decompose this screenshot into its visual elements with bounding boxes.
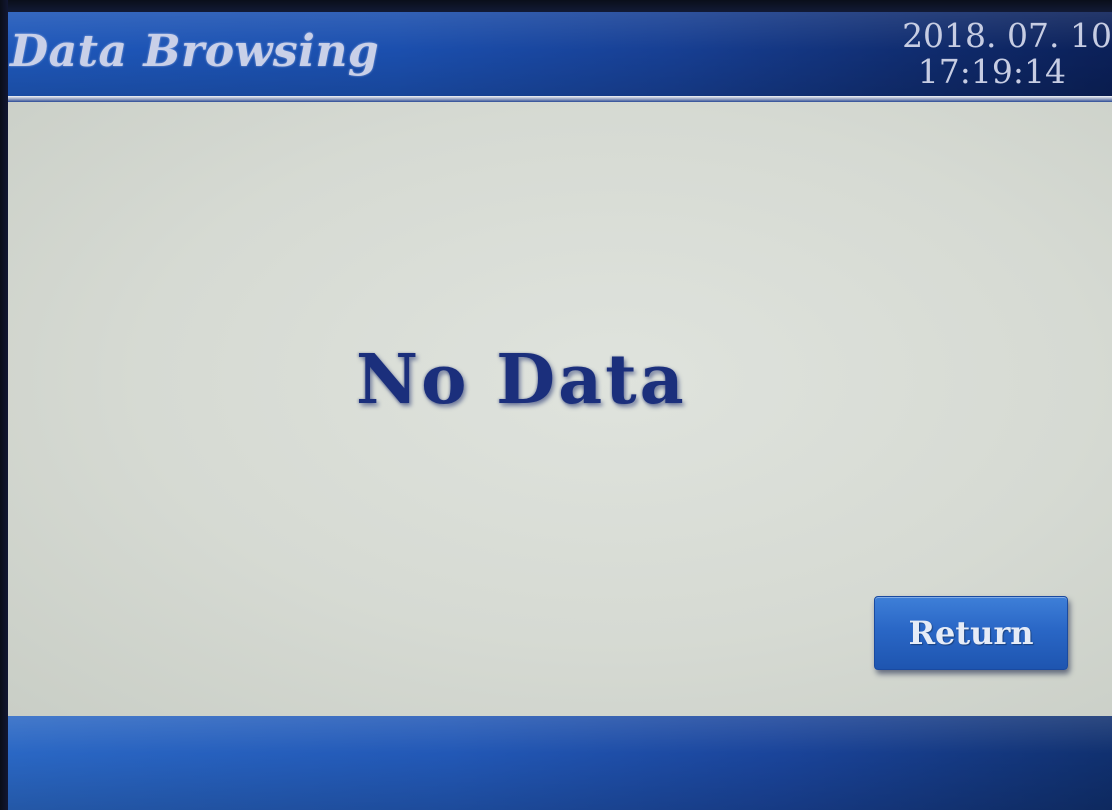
return-button-label: Return: [908, 614, 1034, 652]
page-title: Data Browsing: [10, 26, 380, 77]
header-bar: Data Browsing 2018. 07. 10 17:19:14: [8, 12, 1112, 96]
time-display: 17:19:14: [917, 52, 1066, 91]
date-display: 2018. 07. 10: [902, 16, 1112, 55]
bezel-left: [0, 0, 8, 810]
return-button[interactable]: Return: [874, 596, 1068, 670]
device-photo: Data Browsing 2018. 07. 10 17:19:14 No D…: [0, 0, 1112, 810]
no-data-message: No Data: [356, 340, 687, 420]
content-area: No Data Return: [8, 102, 1112, 716]
bezel-top: [0, 0, 1112, 12]
datetime-display: 2018. 07. 10 17:19:14: [892, 18, 1112, 90]
footer-bar: [8, 716, 1112, 810]
hmi-screen: Data Browsing 2018. 07. 10 17:19:14 No D…: [8, 12, 1112, 810]
